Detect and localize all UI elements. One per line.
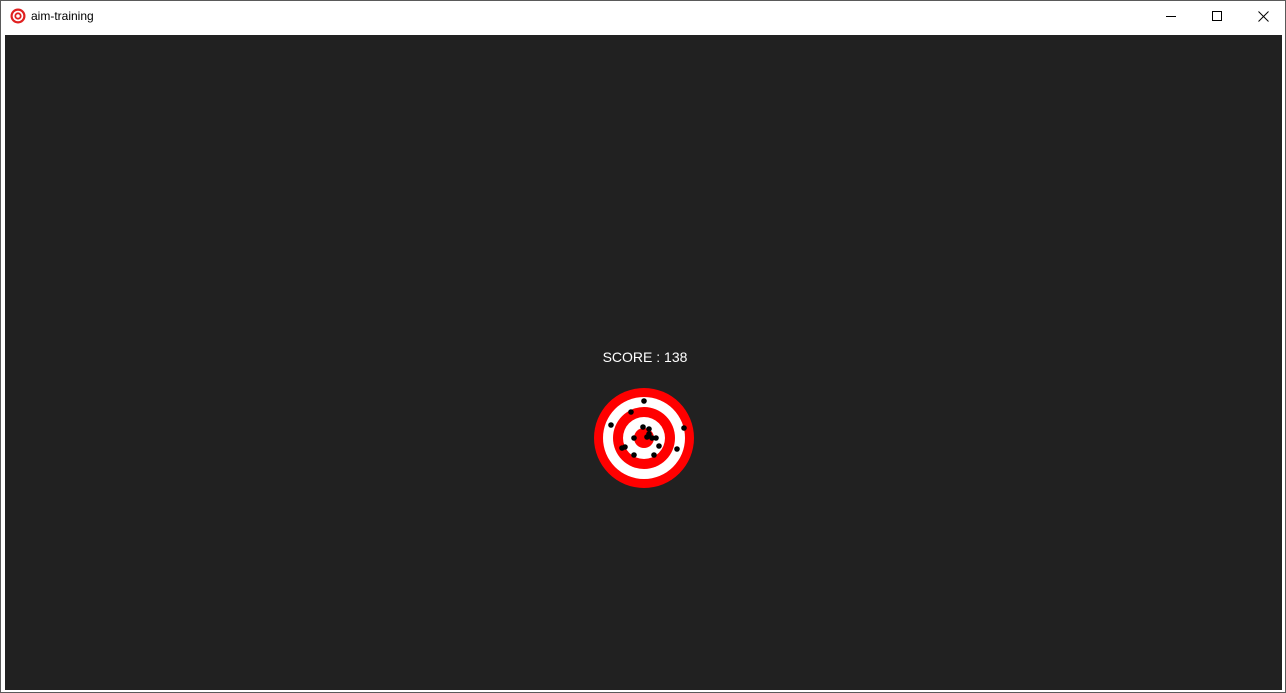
hit-marker: [640, 424, 646, 430]
minimize-button[interactable]: [1148, 1, 1194, 31]
target-icon: [10, 8, 26, 24]
close-button[interactable]: [1240, 1, 1286, 31]
maximize-icon: [1212, 11, 1222, 21]
hit-marker: [646, 431, 652, 437]
hit-marker: [641, 398, 647, 404]
score-value: 138: [664, 349, 688, 365]
hit-marker: [608, 422, 614, 428]
score-label: SCORE: [602, 349, 653, 365]
score-separator: :: [652, 349, 665, 365]
app-window: aim-training SCORE : 138: [0, 0, 1286, 693]
hit-marker: [646, 426, 652, 432]
target[interactable]: [592, 386, 696, 490]
title-bar[interactable]: aim-training: [1, 1, 1285, 32]
hit-marker: [619, 445, 625, 451]
hit-marker: [631, 435, 637, 441]
hit-marker: [651, 452, 657, 458]
hit-marker: [653, 435, 659, 441]
game-canvas[interactable]: SCORE : 138: [5, 35, 1282, 690]
maximize-button[interactable]: [1194, 1, 1240, 31]
close-icon: [1257, 10, 1269, 22]
window-title: aim-training: [31, 9, 94, 23]
minimize-icon: [1166, 16, 1176, 17]
hit-marker: [681, 425, 687, 431]
hit-marker: [628, 409, 634, 415]
hit-marker: [631, 452, 637, 458]
hit-marker: [674, 446, 680, 452]
score-display: SCORE : 138: [5, 349, 1282, 365]
hit-marker: [656, 443, 662, 449]
